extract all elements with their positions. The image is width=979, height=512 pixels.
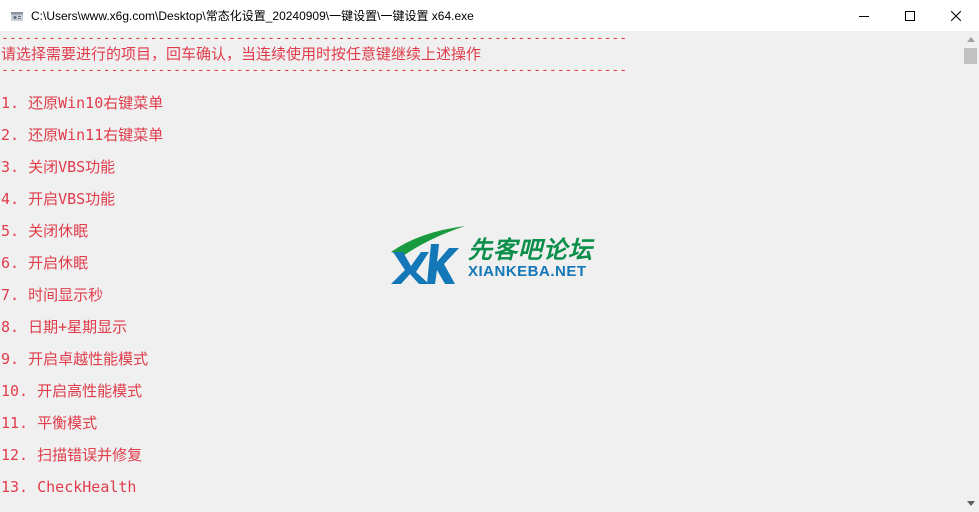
xk-logo-icon (391, 226, 465, 284)
maximize-icon (905, 10, 915, 21)
console-window: C:\Users\www.x6g.com\Desktop\常态化设置_20240… (0, 0, 979, 512)
scroll-up-arrow-icon (966, 37, 975, 42)
window-controls (841, 0, 979, 31)
scrollbar-thumb[interactable] (964, 48, 977, 64)
menu-item-10: 10. 开启高性能模式 (1, 382, 143, 400)
close-icon (951, 10, 961, 21)
minimize-icon (859, 15, 869, 17)
separator-top: ----------------------------------------… (1, 31, 628, 46)
watermark-title: 先客吧论坛 (468, 236, 593, 264)
console-app-icon[interactable] (9, 8, 25, 24)
scroll-down-arrow-icon (966, 501, 975, 506)
vertical-scrollbar[interactable] (962, 31, 979, 512)
menu-item-9: 9. 开启卓越性能模式 (1, 350, 149, 368)
menu-item-11: 11. 平衡模式 (1, 414, 98, 432)
menu-item-7: 7. 时间显示秒 (1, 286, 104, 304)
menu-item-1: 1. 还原Win10右键菜单 (1, 94, 164, 112)
maximize-button[interactable] (887, 0, 933, 31)
watermark-subtitle: XIANKEBA.NET (468, 263, 587, 280)
watermark-logo: 先客吧论坛 XIANKEBA.NET (389, 222, 599, 288)
menu-item-8: 8. 日期+星期显示 (1, 318, 128, 336)
separator-bottom: ----------------------------------------… (1, 63, 628, 78)
menu-item-2: 2. 还原Win11右键菜单 (1, 126, 164, 144)
close-button[interactable] (933, 0, 979, 31)
title-bar[interactable]: C:\Users\www.x6g.com\Desktop\常态化设置_20240… (0, 0, 979, 31)
menu-item-4: 4. 开启VBS功能 (1, 190, 116, 208)
menu-item-12: 12. 扫描错误并修复 (1, 446, 143, 464)
menu-item-13: 13. CheckHealth (1, 478, 137, 496)
prompt-header: 请选择需要进行的项目，回车确认，当连续使用时按任意键继续上述操作 (1, 45, 482, 63)
menu-item-5: 5. 关闭休眠 (1, 222, 89, 240)
menu-item-6: 6. 开启休眠 (1, 254, 89, 272)
minimize-button[interactable] (841, 0, 887, 31)
menu-item-3: 3. 关闭VBS功能 (1, 158, 116, 176)
window-title: C:\Users\www.x6g.com\Desktop\常态化设置_20240… (31, 9, 474, 23)
scroll-down-button[interactable] (962, 495, 979, 512)
scroll-up-button[interactable] (962, 31, 979, 48)
